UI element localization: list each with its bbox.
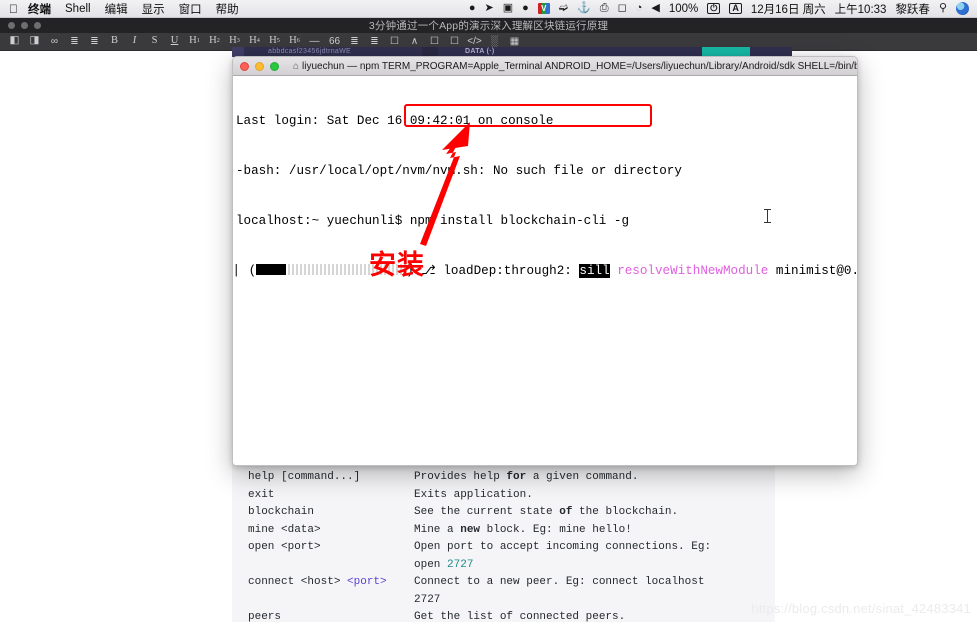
- heading-1-icon[interactable]: H1: [185, 34, 204, 50]
- input-source-indicator[interactable]: A: [729, 3, 742, 14]
- docker-icon[interactable]: ⚓: [577, 3, 591, 14]
- progress-label: ⎇ loadDep:through2:: [413, 263, 580, 278]
- strikethrough-icon[interactable]: S: [145, 34, 164, 50]
- heading-2-icon[interactable]: H2: [205, 34, 224, 50]
- wifi-icon[interactable]: ◔: [636, 3, 643, 14]
- code-row: help [command...] Provides help for a gi…: [248, 469, 775, 487]
- editor-title-bar: 3分钟通过一个App的演示深入理解区块链运行原理: [0, 18, 977, 33]
- fish-icon[interactable]: ➤: [485, 3, 494, 14]
- macos-menu-bar:  终端 Shell 编辑 显示 窗口 帮助 ● ➤ ▣ ● V ➫ ⚓ ⎙ ◻…: [0, 0, 977, 18]
- log-package: minimist@0.0: [768, 263, 858, 278]
- airplay-icon[interactable]: ◻: [618, 3, 627, 14]
- menu-bar-status-area: ● ➤ ▣ ● V ➫ ⚓ ⎙ ◻ ◔ ◀ 100% ⏻ A 12月16日 周六…: [469, 1, 977, 17]
- command-desc-continuation: 2727: [414, 593, 441, 606]
- terminal-window: ⌂ liyuechun — npm TERM_PROGRAM=Apple_Term…: [232, 56, 858, 466]
- close-dot[interactable]: [8, 22, 15, 29]
- terminal-output[interactable]: Last login: Sat Dec 16 09:42:01 on conso…: [233, 76, 857, 465]
- battery-percent-label[interactable]: 100%: [669, 3, 698, 15]
- search-icon[interactable]: ⚲: [939, 3, 947, 14]
- screen:  终端 Shell 编辑 显示 窗口 帮助 ● ➤ ▣ ● V ➫ ⚓ ⎙ ◻…: [0, 0, 977, 622]
- command-name: peers: [248, 611, 282, 622]
- zoom-dot[interactable]: [34, 22, 41, 29]
- command-name: mine <data>: [248, 523, 321, 536]
- telegram-icon[interactable]: ➫: [559, 3, 568, 14]
- log-level-badge: sill: [579, 263, 610, 278]
- menu-bar-username[interactable]: 黎跃春: [895, 1, 930, 17]
- toggle-right-panel-icon[interactable]: ◨: [25, 34, 44, 50]
- text-cursor-icon: [764, 209, 771, 223]
- command-name: exit: [248, 488, 275, 501]
- code-row: peers Get the list of connected peers.: [248, 609, 775, 622]
- log-action: resolveWithNewModule: [617, 263, 769, 278]
- spinner-icon: ⎸: [236, 263, 249, 278]
- annotation-label: 安装: [369, 250, 425, 281]
- terminal-window-title: ⌂ liyuechun — npm TERM_PROGRAM=Apple_Term…: [233, 61, 857, 72]
- typed-command: npm install blockchain-cli -g: [409, 213, 629, 228]
- menu-item-shell[interactable]: Shell: [65, 3, 91, 15]
- vg-color-icon[interactable]: V: [537, 3, 550, 14]
- shell-prompt: localhost:~ yuechunli$: [236, 213, 410, 228]
- command-name: help [command...]: [248, 471, 361, 483]
- menu-item-window[interactable]: 窗口: [179, 1, 202, 17]
- bold-icon[interactable]: B: [105, 34, 124, 50]
- terminal-title-bar[interactable]: ⌂ liyuechun — npm TERM_PROGRAM=Apple_Term…: [233, 57, 857, 76]
- command-name: open <port>: [248, 541, 321, 553]
- minimize-dot[interactable]: [21, 22, 28, 29]
- code-row: blockchain See the current state of the …: [248, 504, 775, 522]
- italic-icon[interactable]: I: [125, 34, 144, 50]
- command-desc: See the current state of the blockchain.: [414, 506, 679, 518]
- bell-icon[interactable]: ●: [469, 3, 476, 14]
- editor-traffic-lights[interactable]: [8, 22, 41, 29]
- display-icon[interactable]: ⎙: [600, 3, 609, 14]
- apple-menu-icon[interactable]: : [9, 3, 18, 15]
- menu-item-terminal[interactable]: 终端: [28, 1, 51, 17]
- terminal-line-last-login: Last login: Sat Dec 16 09:42:01 on conso…: [236, 114, 554, 129]
- code-row: mine <data> Mine a new block. Eg: mine h…: [248, 522, 775, 540]
- command-desc: Get the list of connected peers.: [414, 611, 626, 622]
- editor-window-title: 3分钟通过一个App的演示深入理解区块链运行原理: [368, 20, 609, 32]
- outdent-icon[interactable]: ≣: [65, 34, 84, 50]
- command-desc-continuation: open 2727: [414, 558, 474, 571]
- terminal-line-progress: ⎸() ⎇ loadDep:through2: sill resolveWith…: [236, 263, 857, 280]
- command-desc: Exits application.: [414, 488, 533, 501]
- terminal-title-text: liyuechun — npm TERM_PROGRAM=Apple_Termi…: [302, 60, 857, 72]
- siri-icon[interactable]: [956, 2, 969, 15]
- lock-icon: ⌂: [293, 60, 300, 72]
- command-name: blockchain: [248, 506, 315, 518]
- indent-icon[interactable]: ≣: [85, 34, 104, 50]
- menu-item-view[interactable]: 显示: [142, 1, 165, 17]
- wechat-icon[interactable]: ●: [522, 3, 529, 14]
- command-desc: Connect to a new peer. Eg: connect local…: [414, 576, 705, 588]
- code-row: open <port> Open port to accept incoming…: [248, 539, 775, 557]
- menu-bar-time[interactable]: 上午10:33: [835, 1, 887, 17]
- command-desc: Open port to accept incoming connections…: [414, 541, 712, 553]
- code-row: connect <host> <port> Connect to a new p…: [248, 574, 775, 592]
- command-desc: Provides help for a given command.: [414, 471, 639, 483]
- screen-record-icon[interactable]: ▣: [503, 3, 513, 14]
- menu-item-help[interactable]: 帮助: [216, 1, 239, 17]
- csdn-watermark: https://blog.csdn.net/sinat_42483341: [751, 601, 971, 616]
- menu-bar-date[interactable]: 12月16日 周六: [751, 1, 826, 17]
- help-output-code-block: help [command...] Provides help for a gi…: [232, 461, 775, 622]
- command-name: connect <host> <port>: [248, 576, 387, 588]
- menu-item-edit[interactable]: 编辑: [105, 1, 128, 17]
- battery-icon[interactable]: ⏻: [707, 3, 721, 14]
- code-row: exit Exits application.: [248, 487, 775, 505]
- underline-icon[interactable]: U: [165, 34, 184, 50]
- command-desc: Mine a new block. Eg: mine hello!: [414, 523, 632, 536]
- infinity-icon[interactable]: ∞: [45, 34, 64, 50]
- toggle-left-panel-icon[interactable]: ◧: [5, 34, 24, 50]
- volume-icon[interactable]: ◀: [651, 3, 659, 14]
- terminal-line-bash-error: -bash: /usr/local/opt/nvm/nvm.sh: No suc…: [236, 163, 682, 178]
